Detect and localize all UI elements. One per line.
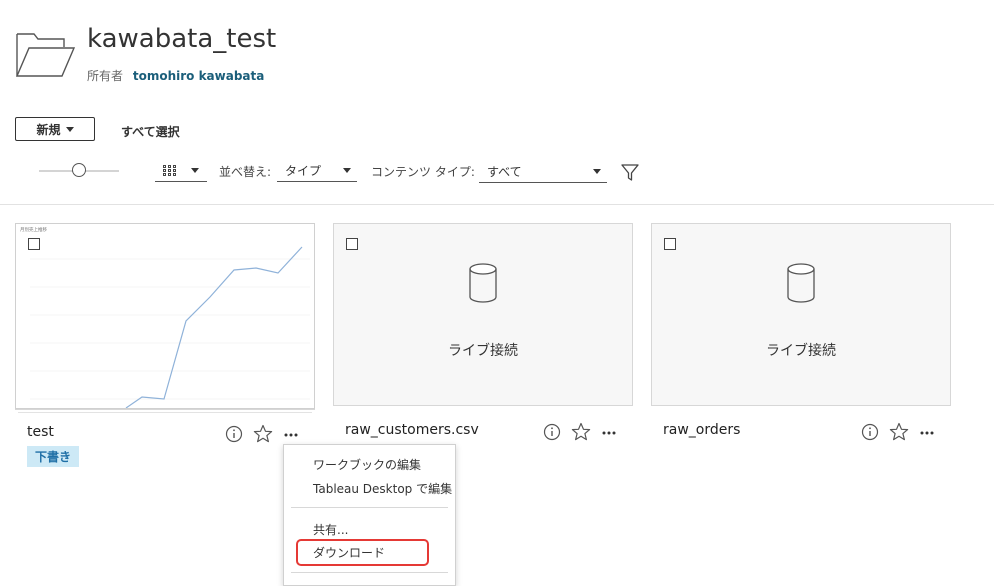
owner-link[interactable]: tomohiro kawabata (133, 69, 265, 83)
size-slider-handle[interactable] (72, 163, 86, 177)
chevron-down-icon (191, 168, 199, 173)
owner-row: 所有者 tomohiro kawabata (87, 67, 264, 84)
content-type-value: すべて (487, 165, 522, 179)
download-highlight-box (296, 539, 429, 566)
database-icon (787, 263, 815, 303)
sort-dropdown[interactable]: タイプ (277, 160, 357, 182)
folder-icon (15, 33, 76, 77)
menu-separator (291, 572, 448, 573)
menu-item-edit-workbook[interactable]: ワークブックの編集 (313, 456, 421, 473)
star-icon[interactable] (571, 422, 591, 442)
new-button-label: 新規 (36, 122, 61, 137)
item-name-raw-orders[interactable]: raw_orders (663, 422, 740, 438)
thumbnail-chart-title: 月別売上推移 (20, 226, 47, 233)
select-checkbox[interactable] (664, 238, 676, 250)
sort-label: 並べ替え: (219, 165, 272, 179)
datasource-card-raw-orders[interactable]: ライブ接続 (651, 223, 951, 406)
item-actions (543, 422, 617, 442)
menu-item-edit-in-desktop[interactable]: Tableau Desktop で編集 (313, 480, 452, 497)
star-icon[interactable] (253, 424, 273, 444)
item-name-test[interactable]: test (27, 424, 54, 440)
filter-icon[interactable] (620, 162, 640, 182)
sort-value: タイプ (285, 164, 322, 178)
page-title: kawabata_test (87, 24, 277, 54)
item-actions (861, 422, 935, 442)
new-button[interactable]: 新規 (15, 117, 95, 141)
owner-label: 所有者 (87, 69, 124, 83)
more-options-icon[interactable] (601, 423, 617, 441)
more-options-icon[interactable] (283, 425, 299, 443)
item-name-raw-customers[interactable]: raw_customers.csv (345, 422, 479, 438)
content-type-label: コンテンツ タイプ: (371, 165, 475, 179)
thumbnail-line (125, 246, 303, 408)
view-mode-dropdown[interactable] (155, 160, 207, 182)
info-icon[interactable] (225, 425, 243, 443)
card-stack-edge (15, 409, 315, 410)
chevron-down-icon (65, 126, 74, 132)
database-icon (469, 263, 497, 303)
info-icon[interactable] (543, 423, 561, 441)
divider (0, 204, 994, 205)
select-checkbox[interactable] (28, 238, 40, 250)
workbook-thumbnail: 月別売上推移 (20, 226, 310, 408)
datasource-card-raw-customers[interactable]: ライブ接続 (333, 223, 633, 406)
menu-item-share[interactable]: 共有... (313, 521, 348, 538)
workbook-card-test[interactable]: 月別売上推移 (15, 223, 315, 409)
card-connection-label: ライブ接続 (448, 343, 518, 359)
star-icon[interactable] (889, 422, 909, 442)
select-checkbox[interactable] (346, 238, 358, 250)
item-actions (225, 424, 299, 444)
more-options-icon[interactable] (919, 423, 935, 441)
select-all-button[interactable]: すべて選択 (121, 123, 180, 140)
draft-badge: 下書き (27, 446, 80, 467)
chevron-down-icon (343, 168, 351, 173)
grid-view-icon (163, 164, 177, 177)
chevron-down-icon (593, 169, 601, 174)
card-connection-label: ライブ接続 (766, 343, 836, 359)
info-icon[interactable] (861, 423, 879, 441)
card-stack-edge (18, 412, 312, 413)
content-type-dropdown[interactable]: すべて (479, 161, 607, 183)
menu-separator (291, 507, 448, 508)
